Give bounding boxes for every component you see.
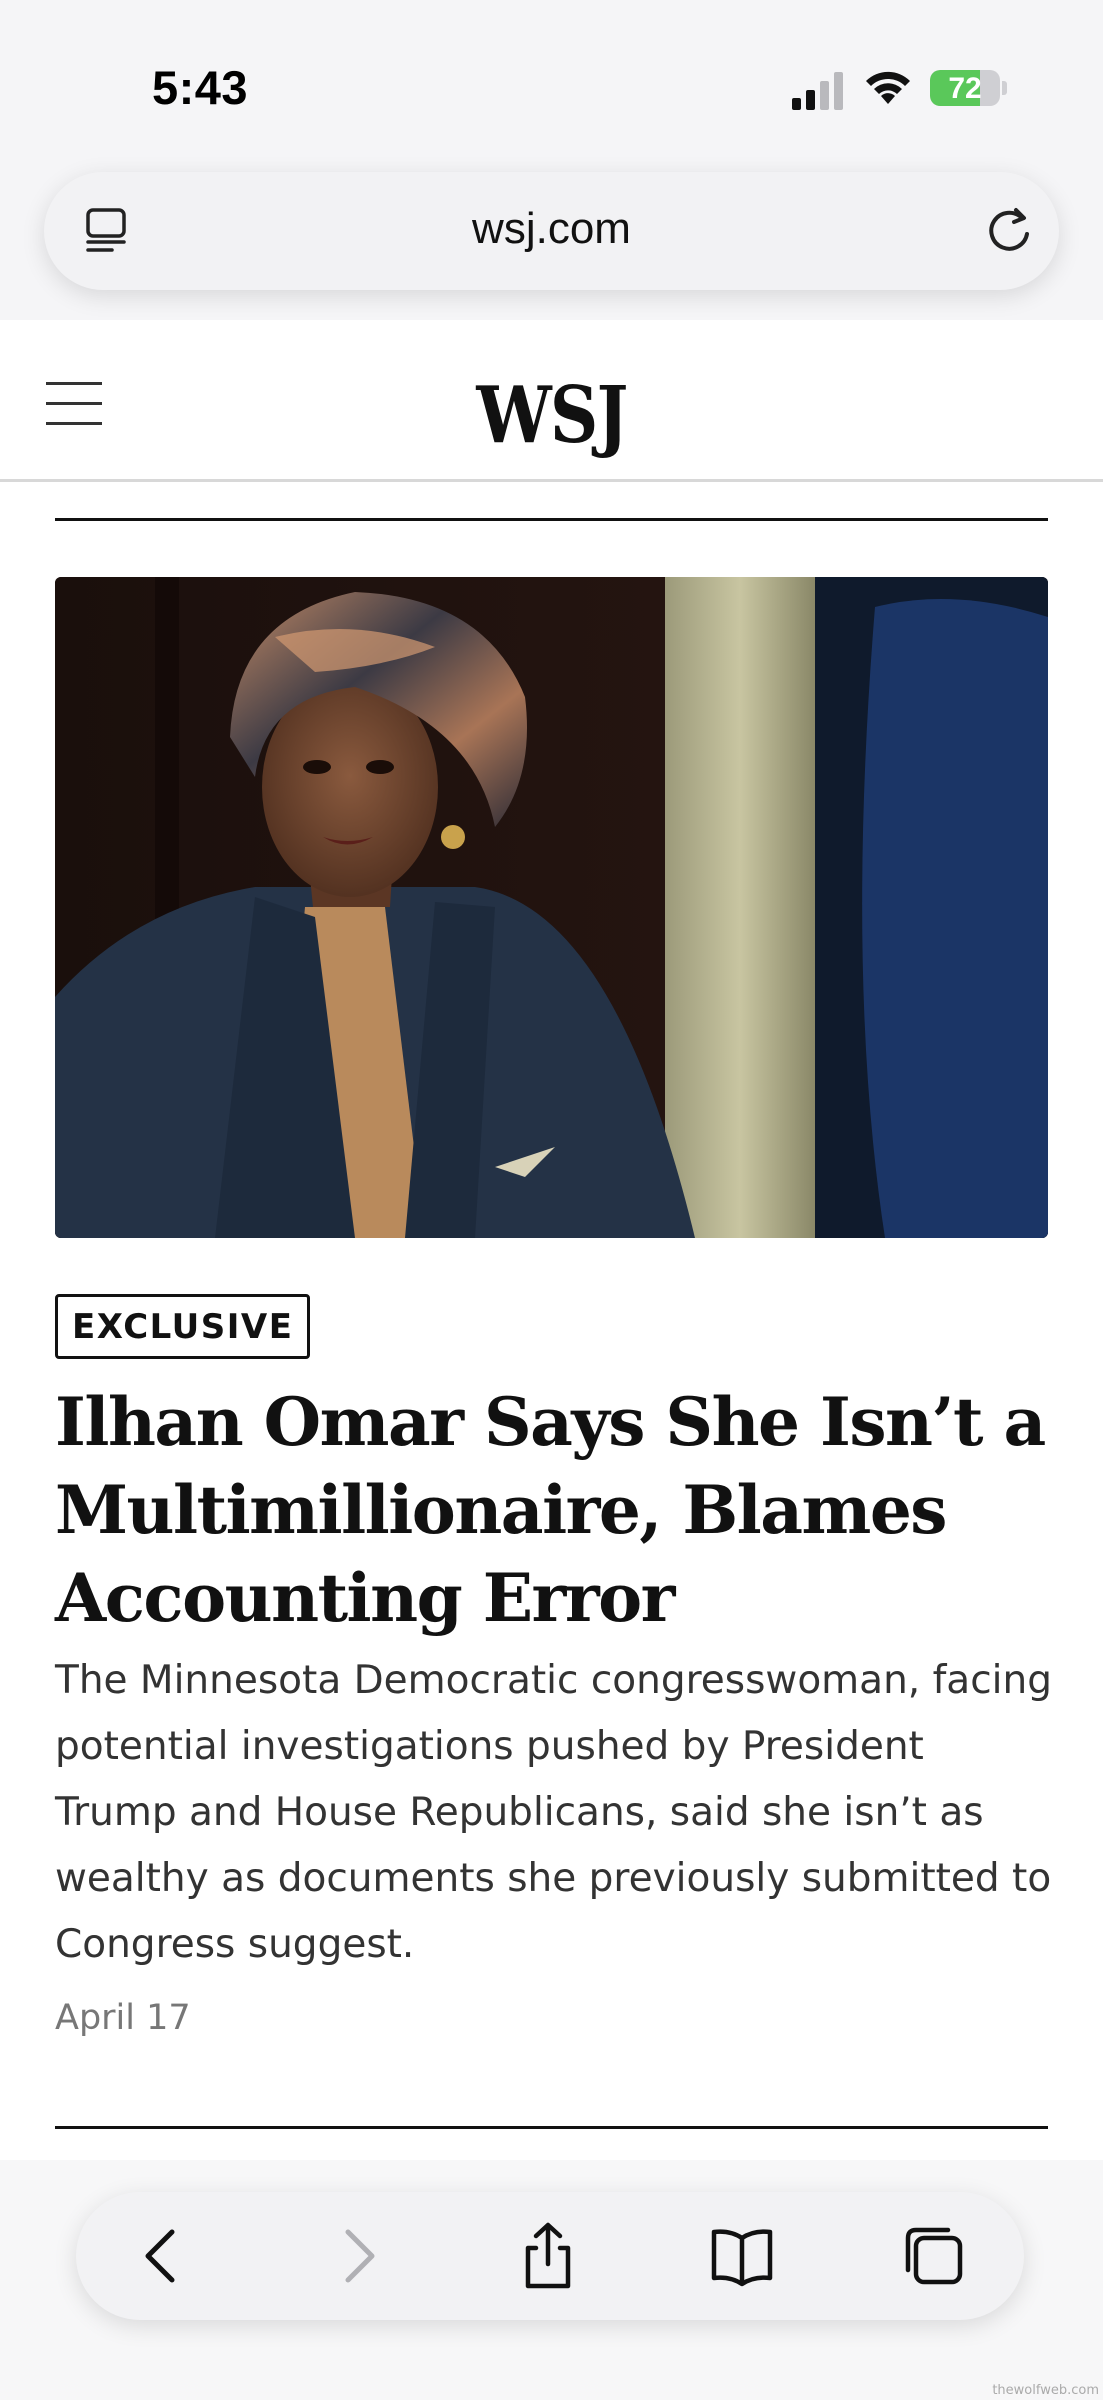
portrait-illustration — [55, 577, 1048, 1238]
battery-percent: 72 — [948, 72, 982, 105]
bookmarks-icon[interactable] — [706, 2220, 778, 2292]
tabs-icon[interactable] — [898, 2220, 970, 2292]
browser-toolbar — [76, 2192, 1024, 2320]
url-text[interactable]: wsj.com — [44, 204, 1059, 254]
address-bar[interactable]: wsj.com — [44, 172, 1059, 290]
wifi-icon — [866, 71, 910, 104]
status-time: 5:43 — [152, 61, 249, 114]
article-hero-image[interactable] — [55, 577, 1048, 1238]
section-divider-top — [55, 518, 1048, 521]
forward-icon[interactable] — [322, 2220, 394, 2292]
share-icon[interactable] — [512, 2220, 584, 2292]
section-divider-bottom — [55, 2126, 1048, 2129]
status-bar: 5:43 72 — [0, 0, 1103, 160]
reload-icon[interactable] — [982, 204, 1036, 258]
wsj-logo[interactable]: WSJ — [77, 370, 1026, 461]
article-date: April 17 — [55, 1998, 191, 2038]
badge-label: EXCLUSIVE — [72, 1306, 294, 1347]
battery-nub — [1002, 81, 1007, 95]
back-icon[interactable] — [126, 2220, 198, 2292]
watermark: thewolfweb.com — [992, 2383, 1099, 2398]
article-headline[interactable]: Ilhan Omar Says She Isn’t a Multimillion… — [55, 1378, 1048, 1642]
article-summary: The Minnesota Democratic congresswoman, … — [55, 1658, 1052, 1967]
exclusive-badge: EXCLUSIVE — [55, 1294, 311, 1359]
site-header: WSJ — [0, 320, 1103, 482]
battery-charging-icon: 72 — [930, 70, 1007, 106]
cellular-signal-icon — [792, 72, 843, 110]
